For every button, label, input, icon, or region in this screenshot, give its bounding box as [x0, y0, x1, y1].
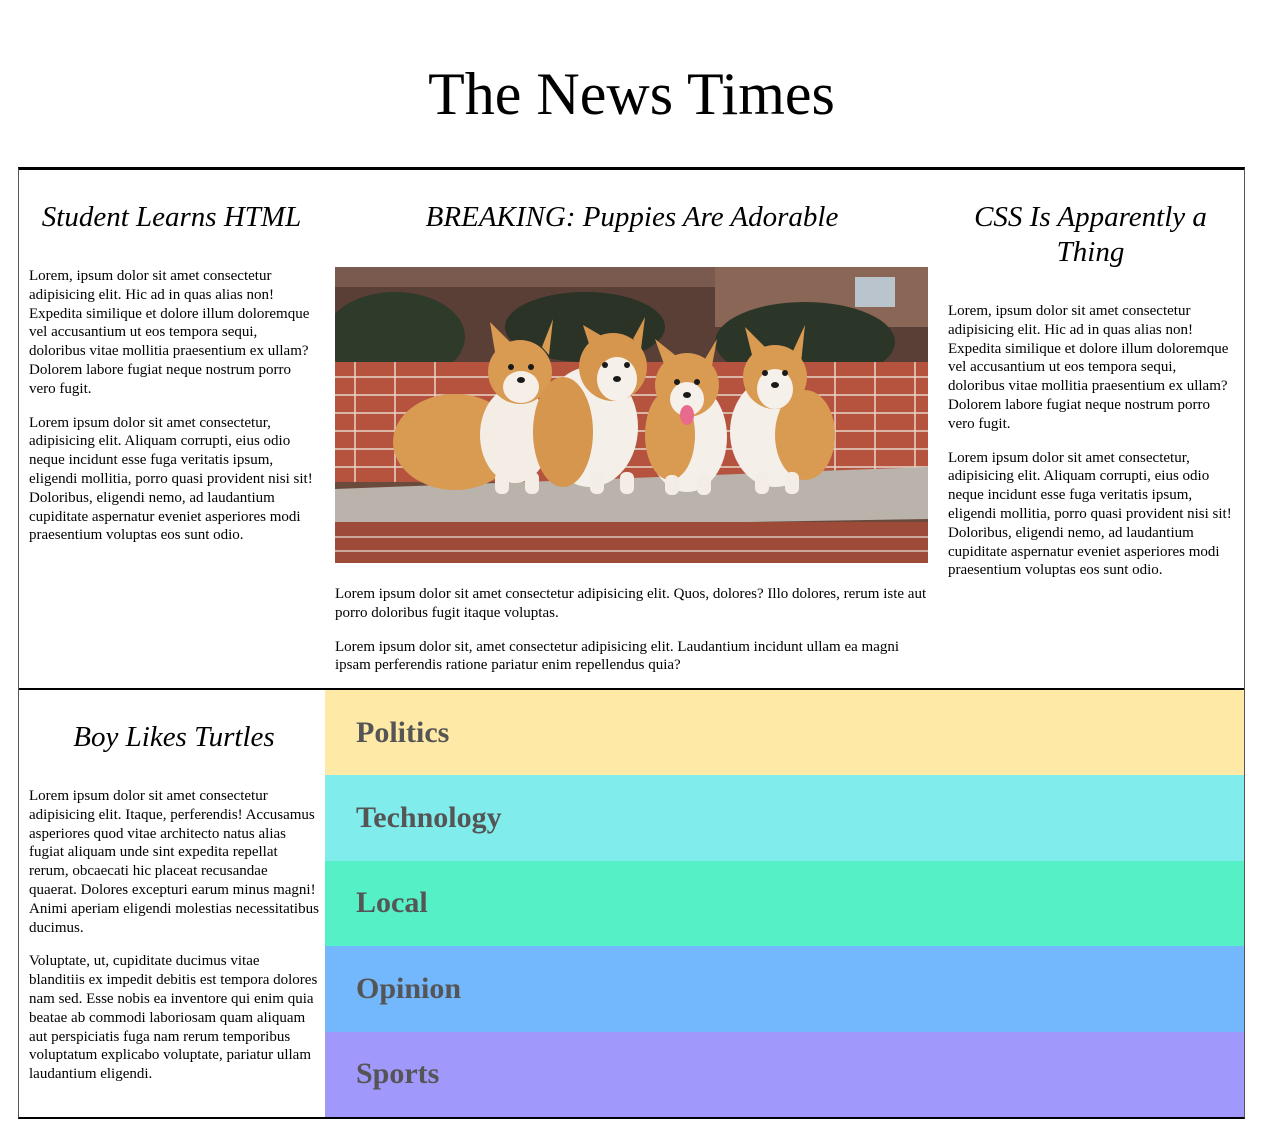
category-sports[interactable]: Sports: [325, 1031, 1244, 1117]
article-paragraph: Lorem ipsum dolor sit amet consectetur, …: [948, 449, 1232, 579]
article-headline: BREAKING: Puppies Are Adorable: [425, 201, 839, 233]
article-paragraph: Lorem ipsum dolor sit amet consectetur a…: [29, 788, 319, 936]
site-title: The News Times: [428, 61, 835, 127]
article-paragraph: Lorem ipsum dolor sit amet consectetur a…: [335, 586, 927, 621]
article-paragraph: Lorem ipsum dolor sit amet consectetur, …: [29, 414, 313, 544]
category-opinion[interactable]: Opinion: [325, 946, 1244, 1032]
article-headline: Student Learns HTML: [41, 201, 302, 233]
article-paragraph: Lorem, ipsum dolor sit amet consectetur …: [29, 268, 310, 397]
category-technology[interactable]: Technology: [325, 775, 1244, 861]
article-paragraph: Voluptate, ut, cupiditate ducimus vitae …: [29, 953, 318, 1083]
article-student-learns-html: Student Learns HTML Lorem, ipsum dolor s…: [29, 200, 314, 560]
article-headline: Boy Likes Turtles: [73, 721, 275, 753]
article-boy-likes-turtles: Boy Likes Turtles Lorem ipsum dolor sit …: [29, 720, 319, 1099]
article-headline: CSS Is Apparently a Thing: [974, 201, 1207, 268]
article-css-is-a-thing: CSS Is Apparently a Thing Lorem, ipsum d…: [948, 200, 1233, 595]
news-grid: Student Learns HTML Lorem, ipsum dolor s…: [18, 167, 1245, 1119]
article-paragraph: Lorem, ipsum dolor sit amet consectetur …: [948, 303, 1229, 432]
corgi-puppies-photo: [335, 267, 928, 563]
article-puppies-are-adorable: BREAKING: Puppies Are Adorable Lorem ips…: [335, 200, 929, 690]
category-local[interactable]: Local: [325, 860, 1244, 947]
category-politics[interactable]: Politics: [325, 690, 1244, 776]
article-paragraph: Lorem ipsum dolor sit, amet consectetur …: [335, 638, 900, 674]
category-nav: Politics Technology Local Opinion Sports: [325, 690, 1244, 1117]
corgi-photo-illustration: [335, 267, 928, 563]
